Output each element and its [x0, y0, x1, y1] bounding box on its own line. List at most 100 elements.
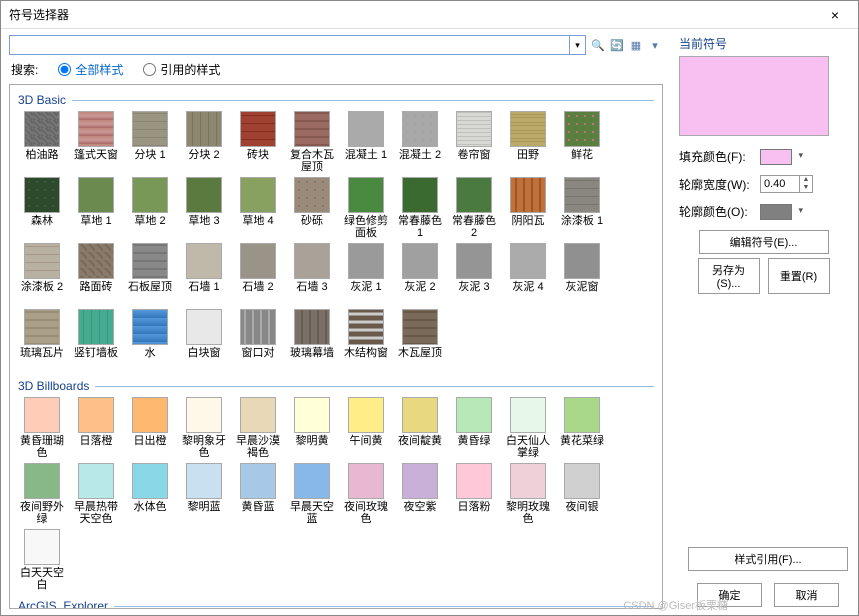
symbol-label: 琉璃瓦片 [20, 347, 64, 371]
symbol-item[interactable]: 柏油路 [18, 111, 66, 173]
symbol-item[interactable]: 水体色 [126, 463, 174, 525]
save-as-button[interactable]: 另存为(S)... [698, 258, 760, 294]
reset-button[interactable]: 重置(R) [768, 258, 830, 294]
symbol-item[interactable]: 灰泥 2 [396, 243, 444, 305]
symbol-item[interactable]: 灰泥窗 [558, 243, 606, 305]
symbol-item[interactable]: 路面砖 [72, 243, 120, 305]
symbol-item[interactable]: 早晨沙漠褐色 [234, 397, 282, 459]
symbol-item[interactable]: 玻璃幕墙 [288, 309, 336, 371]
radio-all-input[interactable] [58, 63, 71, 76]
symbol-item[interactable]: 黄昏珊瑚色 [18, 397, 66, 459]
symbol-item[interactable]: 石墙 3 [288, 243, 336, 305]
symbol-swatch [24, 397, 60, 433]
outline-color-picker[interactable] [760, 204, 792, 220]
symbol-item[interactable]: 混凝土 1 [342, 111, 390, 173]
symbol-label: 石墙 2 [242, 281, 273, 305]
search-combobox[interactable]: ▾ [9, 35, 586, 55]
symbol-label: 森林 [31, 215, 53, 239]
symbol-swatch [294, 397, 330, 433]
symbol-item[interactable]: 白天仙人掌绿 [504, 397, 552, 459]
symbol-item[interactable]: 草地 3 [180, 177, 228, 239]
symbol-list[interactable]: 3D Basic柏油路篷式天窗分块 1分块 2砖块复合木瓦屋顶混凝土 1混凝土 … [9, 84, 663, 609]
symbol-item[interactable]: 灰泥 1 [342, 243, 390, 305]
symbol-item[interactable]: 灰泥 4 [504, 243, 552, 305]
symbol-item[interactable]: 夜间靛黄 [396, 397, 444, 459]
symbol-item[interactable]: 白块窗 [180, 309, 228, 371]
symbol-item[interactable]: 窗口对 [234, 309, 282, 371]
radio-all-styles[interactable]: 全部样式 [58, 61, 123, 78]
symbol-item[interactable]: 黄昏绿 [450, 397, 498, 459]
outline-width-input[interactable] [761, 176, 799, 192]
symbol-item[interactable]: 砂砾 [288, 177, 336, 239]
search-dropdown-icon[interactable]: ▾ [569, 36, 585, 54]
dropdown-icon[interactable]: ▾ [647, 37, 663, 53]
symbol-item[interactable]: 灰泥 3 [450, 243, 498, 305]
radio-referenced-styles[interactable]: 引用的样式 [143, 61, 220, 78]
symbol-item[interactable]: 黎明玫瑰色 [504, 463, 552, 525]
symbol-item[interactable]: 午间黄 [342, 397, 390, 459]
symbol-item[interactable]: 早晨热带天空色 [72, 463, 120, 525]
symbol-item[interactable]: 白天天空白 [18, 529, 66, 591]
symbol-item[interactable]: 涂漆板 1 [558, 177, 606, 239]
symbol-item[interactable]: 黎明蓝 [180, 463, 228, 525]
symbol-item[interactable]: 石墙 2 [234, 243, 282, 305]
close-button[interactable]: × [820, 5, 850, 25]
symbol-item[interactable]: 分块 1 [126, 111, 174, 173]
style-references-button[interactable]: 样式引用(F)... [688, 547, 848, 571]
symbol-item[interactable]: 鲜花 [558, 111, 606, 173]
fill-color-picker[interactable] [760, 149, 792, 165]
symbol-item[interactable]: 竖钉墙板 [72, 309, 120, 371]
symbol-item[interactable]: 混凝土 2 [396, 111, 444, 173]
symbol-item[interactable]: 石墙 1 [180, 243, 228, 305]
symbol-item[interactable]: 黄花菜绿 [558, 397, 606, 459]
symbol-item[interactable]: 草地 1 [72, 177, 120, 239]
symbol-item[interactable]: 卷帘窗 [450, 111, 498, 173]
spin-down[interactable]: ▼ [800, 184, 812, 192]
symbol-swatch [456, 111, 492, 147]
symbol-item[interactable]: 分块 2 [180, 111, 228, 173]
cancel-button[interactable]: 取消 [774, 583, 839, 607]
symbol-item[interactable]: 夜间玫瑰色 [342, 463, 390, 525]
symbol-item[interactable]: 草地 2 [126, 177, 174, 239]
symbol-item[interactable]: 木结构窗 [342, 309, 390, 371]
symbol-item[interactable]: 复合木瓦屋顶 [288, 111, 336, 173]
symbol-item[interactable]: 常春藤色 2 [450, 177, 498, 239]
symbol-item[interactable]: 水 [126, 309, 174, 371]
symbol-item[interactable]: 黄昏蓝 [234, 463, 282, 525]
symbol-item[interactable]: 草地 4 [234, 177, 282, 239]
refresh-icon[interactable]: 🔄 [609, 37, 625, 53]
outline-color-row: 轮廓颜色(O): [679, 203, 848, 220]
symbol-item[interactable]: 日落粉 [450, 463, 498, 525]
symbol-item[interactable]: 夜空紫 [396, 463, 444, 525]
symbol-item[interactable]: 篷式天窗 [72, 111, 120, 173]
symbol-item[interactable]: 黎明黄 [288, 397, 336, 459]
symbol-item[interactable]: 日落橙 [72, 397, 120, 459]
symbol-item[interactable]: 涂漆板 2 [18, 243, 66, 305]
radio-ref-input[interactable] [143, 63, 156, 76]
symbol-item[interactable]: 石板屋顶 [126, 243, 174, 305]
symbol-item[interactable]: 田野 [504, 111, 552, 173]
symbol-item[interactable]: 木瓦屋顶 [396, 309, 444, 371]
symbol-item[interactable]: 绿色修剪面板 [342, 177, 390, 239]
outline-width-spinner[interactable]: ▲ ▼ [760, 175, 813, 193]
search-icon[interactable]: 🔍 [590, 37, 606, 53]
symbol-item[interactable]: 琉璃瓦片 [18, 309, 66, 371]
symbol-item[interactable]: 常春藤色 1 [396, 177, 444, 239]
view-icon[interactable]: ▦ [628, 37, 644, 53]
symbol-item[interactable]: 日出橙 [126, 397, 174, 459]
symbol-swatch [348, 177, 384, 213]
symbol-item[interactable]: 夜间野外绿 [18, 463, 66, 525]
symbol-item[interactable]: 砖块 [234, 111, 282, 173]
symbol-item[interactable]: 早晨天空蓝 [288, 463, 336, 525]
spin-up[interactable]: ▲ [800, 176, 812, 184]
symbol-label: 夜空紫 [404, 501, 437, 525]
search-label: 搜索: [11, 61, 38, 78]
symbol-label: 黎明黄 [296, 435, 329, 459]
symbol-item[interactable]: 阴阳瓦 [504, 177, 552, 239]
symbol-item[interactable]: 夜间银 [558, 463, 606, 525]
symbol-label: 灰泥 2 [404, 281, 435, 305]
symbol-item[interactable]: 黎明象牙色 [180, 397, 228, 459]
edit-symbol-button[interactable]: 编辑符号(E)... [699, 230, 829, 254]
symbol-item[interactable]: 森林 [18, 177, 66, 239]
search-input[interactable] [10, 36, 569, 54]
